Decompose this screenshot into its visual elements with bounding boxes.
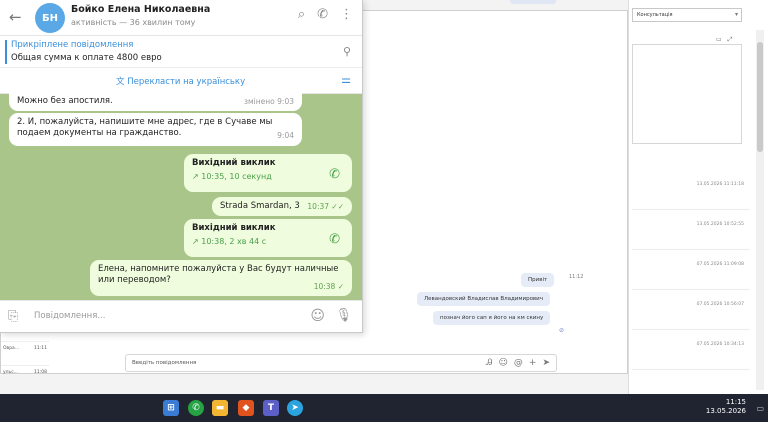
notifications-icon[interactable]: ▭ [756, 404, 764, 413]
telegram-message-input[interactable]: Повідомлення... [34, 311, 105, 321]
read-status-icon: ⊘ [559, 327, 565, 334]
check-icon: ✓ [337, 281, 344, 291]
back-arrow-icon[interactable]: ← [9, 8, 22, 26]
outgoing-arrow-icon: ↗ [192, 237, 199, 247]
chat-list-item[interactable]: ульс... 11:08 [1, 365, 49, 389]
telegram-icon[interactable]: ➤ [287, 400, 303, 416]
history-row[interactable]: 07.05.2026 11:09:08 [632, 250, 750, 290]
history-list: 13.05.2026 11:11:18 13.05.2026 10:52:55 … [632, 170, 750, 370]
message-time: 11:12 [569, 274, 584, 280]
phone-icon[interactable]: ✆ [329, 231, 340, 249]
call-message[interactable]: Вихідний виклик ↗ 10:38, 2 хв 44 с ✆ [184, 219, 352, 257]
emoji-icon[interactable]: ☺ [310, 308, 325, 324]
scrollbar[interactable] [756, 30, 764, 390]
history-row[interactable]: 13.05.2026 11:11:18 [632, 170, 750, 210]
chat-header: ← БН Бойко Елена Николаевна активність —… [0, 0, 362, 36]
teams-icon[interactable]: T [263, 400, 279, 416]
more-icon[interactable]: ⋮ [340, 7, 353, 22]
header-actions: ⌕ ✆ ⋮ [298, 7, 353, 22]
background-top-strip [362, 0, 628, 10]
history-row[interactable]: 13.05.2026 10:52:55 [632, 210, 750, 250]
outgoing-arrow-icon: ↗ [192, 172, 199, 182]
contact-status: активність — 36 хвилин тому [71, 18, 196, 27]
chat-list: Овра... 11:11 ульс... 11:08 [1, 341, 49, 389]
outgoing-message[interactable]: Елена, напомните пожалуйста у Вас будут … [90, 260, 352, 296]
windows-start-icon[interactable]: ⊞ [163, 400, 179, 416]
translate-settings-icon[interactable]: ⚌ [341, 73, 351, 86]
chevron-down-icon: ▾ [734, 11, 738, 18]
pinned-text: Общая сумма к оплате 4800 евро [11, 53, 162, 63]
search-icon[interactable]: ⌕ [298, 7, 305, 22]
input-tools: Ꭿ ☺ @ + ➤ [486, 358, 550, 368]
history-row[interactable]: 07.05.2026 10:56:07 [632, 290, 750, 330]
unpin-icon[interactable]: ⚲ [343, 45, 351, 58]
whatsapp-icon[interactable]: ✆ [188, 400, 204, 416]
pinned-message[interactable]: Прикріплене повідомлення Общая сумма к о… [0, 36, 362, 68]
send-icon[interactable]: ➤ [542, 358, 550, 368]
phone-icon[interactable]: ✆ [329, 166, 340, 184]
editor-toolbar[interactable]: ▭ ⤢ [716, 36, 734, 44]
pinned-title: Прикріплене повідомлення [11, 40, 134, 50]
chat-list-item[interactable]: Овра... 11:11 [1, 341, 49, 365]
translate-icon: 文 [116, 77, 125, 87]
translate-bar: 文 Перекласти на українську ⚌ [0, 68, 362, 94]
incoming-message[interactable]: 2. И, пожалуйста, напишите мне адрес, гд… [9, 113, 302, 146]
history-row[interactable]: 07.05.2026 10:34:13 [632, 330, 750, 370]
chat-message: Левандовский Владислав Владимирович [417, 292, 550, 306]
brave-browser-icon[interactable]: ◆ [238, 400, 254, 416]
incoming-message[interactable]: Можно без апостиля. змінено 9:03 [9, 92, 302, 112]
double-check-icon: ✓✓ [331, 202, 344, 211]
scrollbar-thumb[interactable] [757, 42, 763, 152]
taskbar: ⊞ ✆ ▬ ◆ T ➤ 11:15 13.05.2026 ▭ [0, 394, 768, 422]
attach-icon[interactable]: ⎘ [8, 309, 18, 324]
message-input[interactable]: Введіть повідомлення Ꭿ ☺ @ + ➤ [125, 354, 557, 372]
background-tab[interactable] [510, 0, 556, 4]
system-clock[interactable]: 11:15 13.05.2026 [706, 398, 746, 417]
consultation-select[interactable]: Консультація ▾ [632, 8, 742, 22]
telegram-window: ← БН Бойко Елена Николаевна активність —… [0, 0, 363, 333]
add-icon[interactable]: + [529, 358, 537, 368]
chat-message: Привіт [521, 273, 555, 287]
format-icon[interactable]: Ꭿ [486, 358, 493, 368]
phone-icon[interactable]: ✆ [317, 7, 328, 22]
outgoing-message[interactable]: Strada Smardan, 3 10:37 ✓✓ [212, 197, 352, 216]
call-message[interactable]: Вихідний виклик ↗ 10:35, 10 секунд ✆ [184, 154, 352, 192]
telegram-composer: ⎘ Повідомлення... ☺ 🎙 [0, 300, 362, 332]
file-explorer-icon[interactable]: ▬ [212, 400, 228, 416]
chat-message: познач його сап я його на км скину [433, 311, 551, 325]
translate-button[interactable]: 文 Перекласти на українську [116, 75, 245, 87]
notes-editor[interactable] [632, 44, 742, 144]
avatar[interactable]: БН [35, 3, 65, 33]
mention-icon[interactable]: @ [514, 358, 523, 368]
contact-name[interactable]: Бойко Елена Николаевна [71, 4, 210, 15]
microphone-icon[interactable]: 🎙 [335, 308, 352, 323]
pinned-bar [5, 40, 7, 64]
emoji-icon[interactable]: ☺ [499, 358, 508, 368]
